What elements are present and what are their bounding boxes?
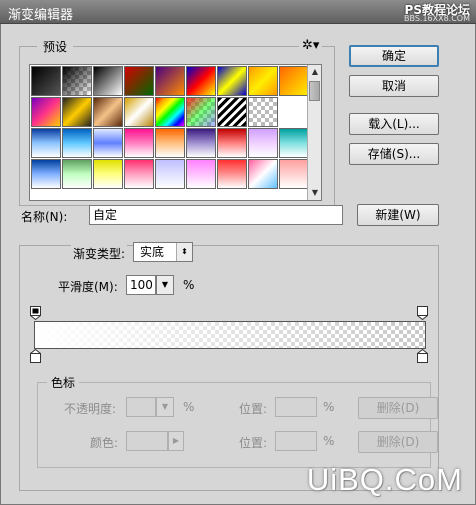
color-location-label: 位置: [239, 436, 268, 450]
opacity-label: 不透明度: [64, 402, 117, 416]
preset-swatch[interactable] [93, 66, 123, 96]
ok-button[interactable]: 确定 [349, 45, 439, 67]
color-swatch-field[interactable] [126, 431, 168, 451]
preset-swatch[interactable] [31, 128, 61, 158]
color-label: 颜色: [90, 436, 119, 450]
delete-color-stop-button[interactable]: 删除(D) [358, 431, 438, 453]
preset-swatch[interactable] [186, 159, 216, 189]
preset-swatch[interactable] [155, 97, 185, 127]
opacity-location-input[interactable] [275, 397, 317, 417]
opacity-stop-right[interactable] [417, 306, 428, 320]
gradient-type-select[interactable]: 实底 ⬍ [133, 242, 193, 262]
new-button[interactable]: 新建(W) [357, 204, 439, 226]
color-stops-frame [37, 382, 431, 468]
preset-swatch[interactable] [186, 97, 216, 127]
preset-swatch[interactable] [217, 66, 247, 96]
preset-swatch[interactable] [31, 66, 61, 96]
watermark-url: BBS.16XX8.COM [403, 14, 470, 23]
opacity-location-unit: % [323, 400, 335, 414]
delete-opacity-stop-button[interactable]: 删除(D) [358, 397, 438, 419]
scroll-down-arrow-icon[interactable]: ▼ [308, 186, 322, 200]
preset-swatch[interactable] [93, 159, 123, 189]
gradient-type-value: 实底 [140, 245, 165, 259]
opacity-input[interactable] [126, 397, 156, 417]
presets-scrollbar[interactable]: ▲ ▼ [307, 65, 321, 200]
preset-swatch[interactable] [124, 66, 154, 96]
scroll-thumb[interactable] [309, 81, 320, 101]
gear-icon[interactable]: ✲▾ [299, 38, 323, 53]
preset-swatch[interactable] [248, 66, 278, 96]
preset-swatch[interactable] [186, 128, 216, 158]
opacity-unit: % [183, 400, 195, 414]
preset-swatch[interactable] [155, 66, 185, 96]
preset-swatch[interactable] [279, 159, 309, 189]
gradient-type-label: 渐变类型: [71, 245, 128, 262]
preset-swatch[interactable] [279, 128, 309, 158]
preset-swatch[interactable] [248, 128, 278, 158]
smoothness-dropdown-icon[interactable]: ▼ [156, 275, 174, 295]
save-button[interactable]: 存储(S)... [349, 143, 439, 165]
preset-swatch[interactable] [217, 159, 247, 189]
smoothness-unit: % [183, 278, 195, 292]
chevron-down-icon: ⬍ [176, 243, 192, 261]
preset-swatch[interactable] [62, 97, 92, 127]
preset-swatch[interactable] [155, 159, 185, 189]
preset-swatch[interactable] [124, 159, 154, 189]
preset-swatch[interactable] [217, 128, 247, 158]
preset-swatch[interactable] [62, 159, 92, 189]
name-input[interactable]: 自定 [89, 205, 343, 225]
preset-swatch[interactable] [279, 66, 309, 96]
preset-swatch[interactable] [124, 97, 154, 127]
cancel-button[interactable]: 取消 [349, 75, 439, 97]
color-picker-arrow-icon[interactable]: ▶ [168, 431, 184, 451]
color-location-unit: % [323, 434, 335, 448]
presets-label: 预设 [37, 38, 74, 55]
preset-swatch[interactable] [217, 97, 247, 127]
opacity-stop-left[interactable] [30, 306, 41, 320]
smoothness-input[interactable]: 100 [126, 275, 156, 295]
load-button[interactable]: 载入(L)... [349, 113, 439, 135]
dialog-body: 预设 ✲▾ ▲ ▼ 确定 取消 载入(L)... 存储(S)... 名称(N):… [0, 24, 476, 505]
window-title: 渐变编辑器 [8, 8, 74, 23]
opacity-location-label: 位置: [239, 402, 268, 416]
scroll-up-arrow-icon[interactable]: ▲ [308, 65, 322, 79]
opacity-dropdown-icon[interactable]: ▼ [156, 397, 174, 417]
preset-swatch[interactable] [31, 159, 61, 189]
preset-swatch-grid [29, 64, 322, 201]
color-stop-right[interactable] [417, 349, 428, 363]
preset-swatch[interactable] [62, 66, 92, 96]
preset-swatch[interactable] [248, 159, 278, 189]
preset-swatch[interactable] [93, 128, 123, 158]
gradient-preview-bar[interactable] [34, 321, 426, 349]
smoothness-label: 平滑度(M): [58, 280, 118, 294]
preset-swatch[interactable] [186, 66, 216, 96]
preset-swatch[interactable] [155, 128, 185, 158]
site-watermark: UiBQ.CoM [306, 462, 463, 497]
preset-swatch[interactable] [31, 97, 61, 127]
name-label: 名称(N): [21, 210, 68, 224]
preset-swatch[interactable] [62, 128, 92, 158]
preset-swatch[interactable] [124, 128, 154, 158]
color-stops-label: 色标 [47, 374, 80, 391]
title-bar: 渐变编辑器 PS教程论坛 BBS.16XX8.COM [0, 0, 476, 24]
color-stop-left[interactable] [30, 349, 41, 363]
preset-swatch[interactable] [93, 97, 123, 127]
preset-swatch[interactable] [248, 97, 278, 127]
color-location-input[interactable] [275, 431, 317, 451]
